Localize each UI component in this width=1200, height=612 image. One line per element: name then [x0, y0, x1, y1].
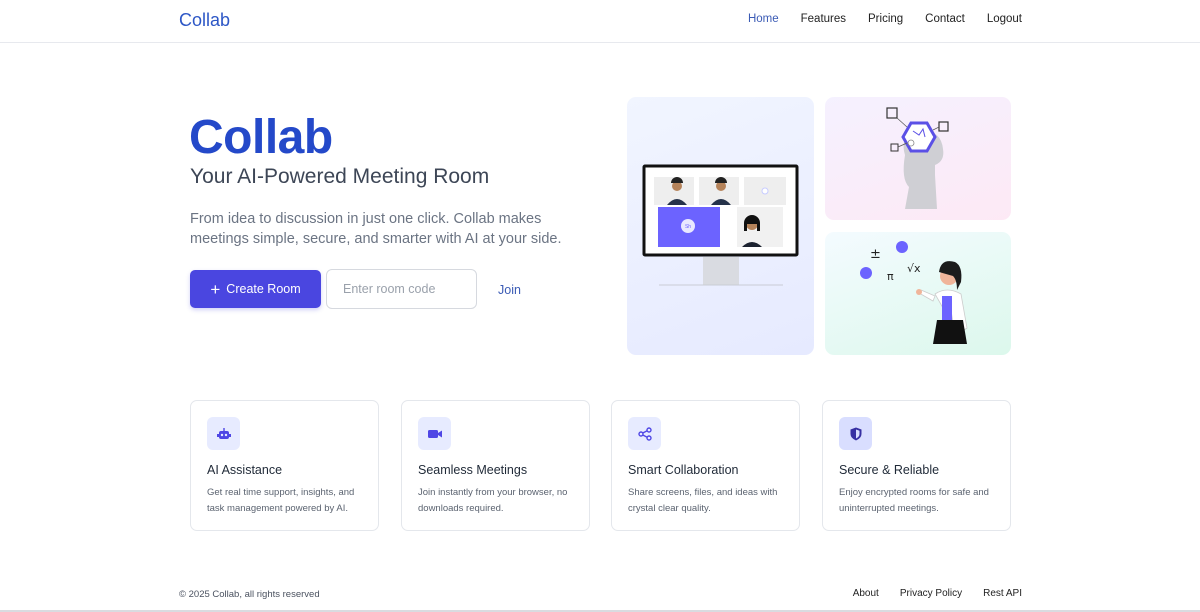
copyright-text: © 2025 Collab, all rights reserved: [179, 589, 320, 600]
feature-card-smart-collaboration: Smart Collaboration Share screens, files…: [611, 400, 800, 531]
room-code-input[interactable]: [326, 269, 477, 309]
join-link[interactable]: Join: [498, 283, 521, 297]
feature-title: Secure & Reliable: [839, 463, 940, 477]
create-room-button[interactable]: + Create Room: [190, 270, 321, 308]
feature-title: Smart Collaboration: [628, 463, 739, 477]
footer-link-privacy-policy[interactable]: Privacy Policy: [900, 588, 962, 599]
video-call-illustration: Sh: [627, 97, 814, 355]
nav-link-logout[interactable]: Logout: [987, 13, 1022, 25]
sqrt-symbol: √x: [907, 262, 921, 275]
teacher-illustration: ± π √x: [825, 232, 1011, 355]
nav-link-contact[interactable]: Contact: [925, 13, 965, 25]
hero-description: From idea to discussion in just one clic…: [190, 211, 562, 247]
plus-icon: +: [210, 279, 221, 299]
brand-logo-text[interactable]: Collab: [179, 10, 230, 31]
participant-avatar-label: Sh: [685, 224, 691, 230]
nav-link-pricing[interactable]: Pricing: [868, 13, 903, 25]
video-camera-icon: [418, 417, 451, 450]
footer-links: About Privacy Policy Rest API: [853, 588, 1022, 599]
create-room-label: Create Room: [226, 282, 301, 296]
plus-minus-symbol: ±: [870, 247, 881, 262]
feature-description: Get real time support, insights, and tas…: [207, 487, 355, 514]
feature-description: Enjoy encrypted rooms for safe and unint…: [839, 487, 989, 514]
footer-link-rest-api[interactable]: Rest API: [983, 588, 1022, 599]
robot-icon: [207, 417, 240, 450]
pi-symbol: π: [887, 270, 894, 283]
feature-card-ai-assistance: AI Assistance Get real time support, ins…: [190, 400, 379, 531]
feature-card-seamless-meetings: Seamless Meetings Join instantly from yo…: [401, 400, 590, 531]
math-teacher-illustration: ± π √x: [860, 241, 968, 344]
nav-link-home[interactable]: Home: [748, 13, 779, 25]
feature-description: Join instantly from your browser, no dow…: [418, 487, 568, 514]
nav-links: Home Features Pricing Contact Logout: [748, 13, 1022, 25]
hero-subtitle: Your AI-Powered Meeting Room: [190, 165, 490, 188]
feature-card-secure-reliable: Secure & Reliable Enjoy encrypted rooms …: [822, 400, 1011, 531]
feature-title: Seamless Meetings: [418, 463, 528, 477]
shield-icon: [839, 417, 872, 450]
top-navbar: Collab Home Features Pricing Contact Log…: [0, 0, 1200, 43]
hero-title: Collab: [189, 111, 333, 164]
monitor-illustration: Sh: [642, 164, 799, 286]
footer-link-about[interactable]: About: [853, 588, 879, 599]
ai-head-illustration: [825, 97, 1011, 220]
ai-brain-illustration: [886, 107, 949, 209]
share-icon: [628, 417, 661, 450]
feature-description: Share screens, files, and ideas with cry…: [628, 487, 778, 514]
nav-link-features[interactable]: Features: [801, 13, 846, 25]
feature-title: AI Assistance: [207, 463, 283, 477]
